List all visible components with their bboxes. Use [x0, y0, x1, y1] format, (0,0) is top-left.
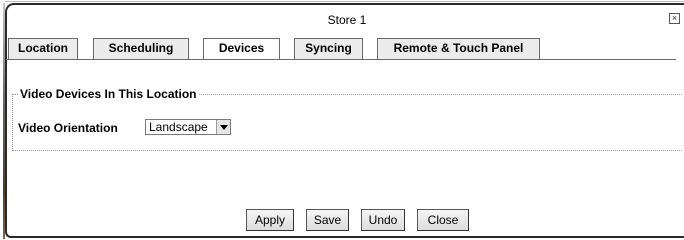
- apply-button[interactable]: Apply: [246, 209, 294, 231]
- dialog-title: Store 1: [327, 13, 367, 27]
- tab-syncing[interactable]: Syncing: [294, 38, 363, 59]
- video-devices-legend: Video Devices In This Location: [18, 87, 199, 101]
- save-button[interactable]: Save: [306, 209, 349, 231]
- store-settings-page: Store 1 × Location Scheduling Devices Sy…: [0, 0, 684, 240]
- video-orientation-select[interactable]: Landscape: [145, 119, 231, 135]
- chevron-down-icon[interactable]: [216, 120, 230, 134]
- undo-button[interactable]: Undo: [361, 209, 405, 231]
- tab-baseline: [6, 59, 676, 60]
- tab-scheduling[interactable]: Scheduling: [93, 38, 189, 59]
- tab-remote-touch-panel[interactable]: Remote & Touch Panel: [377, 38, 540, 59]
- tab-devices[interactable]: Devices: [203, 38, 280, 60]
- video-orientation-value: Landscape: [149, 120, 208, 134]
- close-icon[interactable]: ×: [669, 13, 680, 24]
- close-button[interactable]: Close: [417, 209, 469, 231]
- video-orientation-label: Video Orientation: [18, 121, 118, 135]
- top-rule: [5, 1, 684, 2]
- tab-location[interactable]: Location: [8, 38, 78, 59]
